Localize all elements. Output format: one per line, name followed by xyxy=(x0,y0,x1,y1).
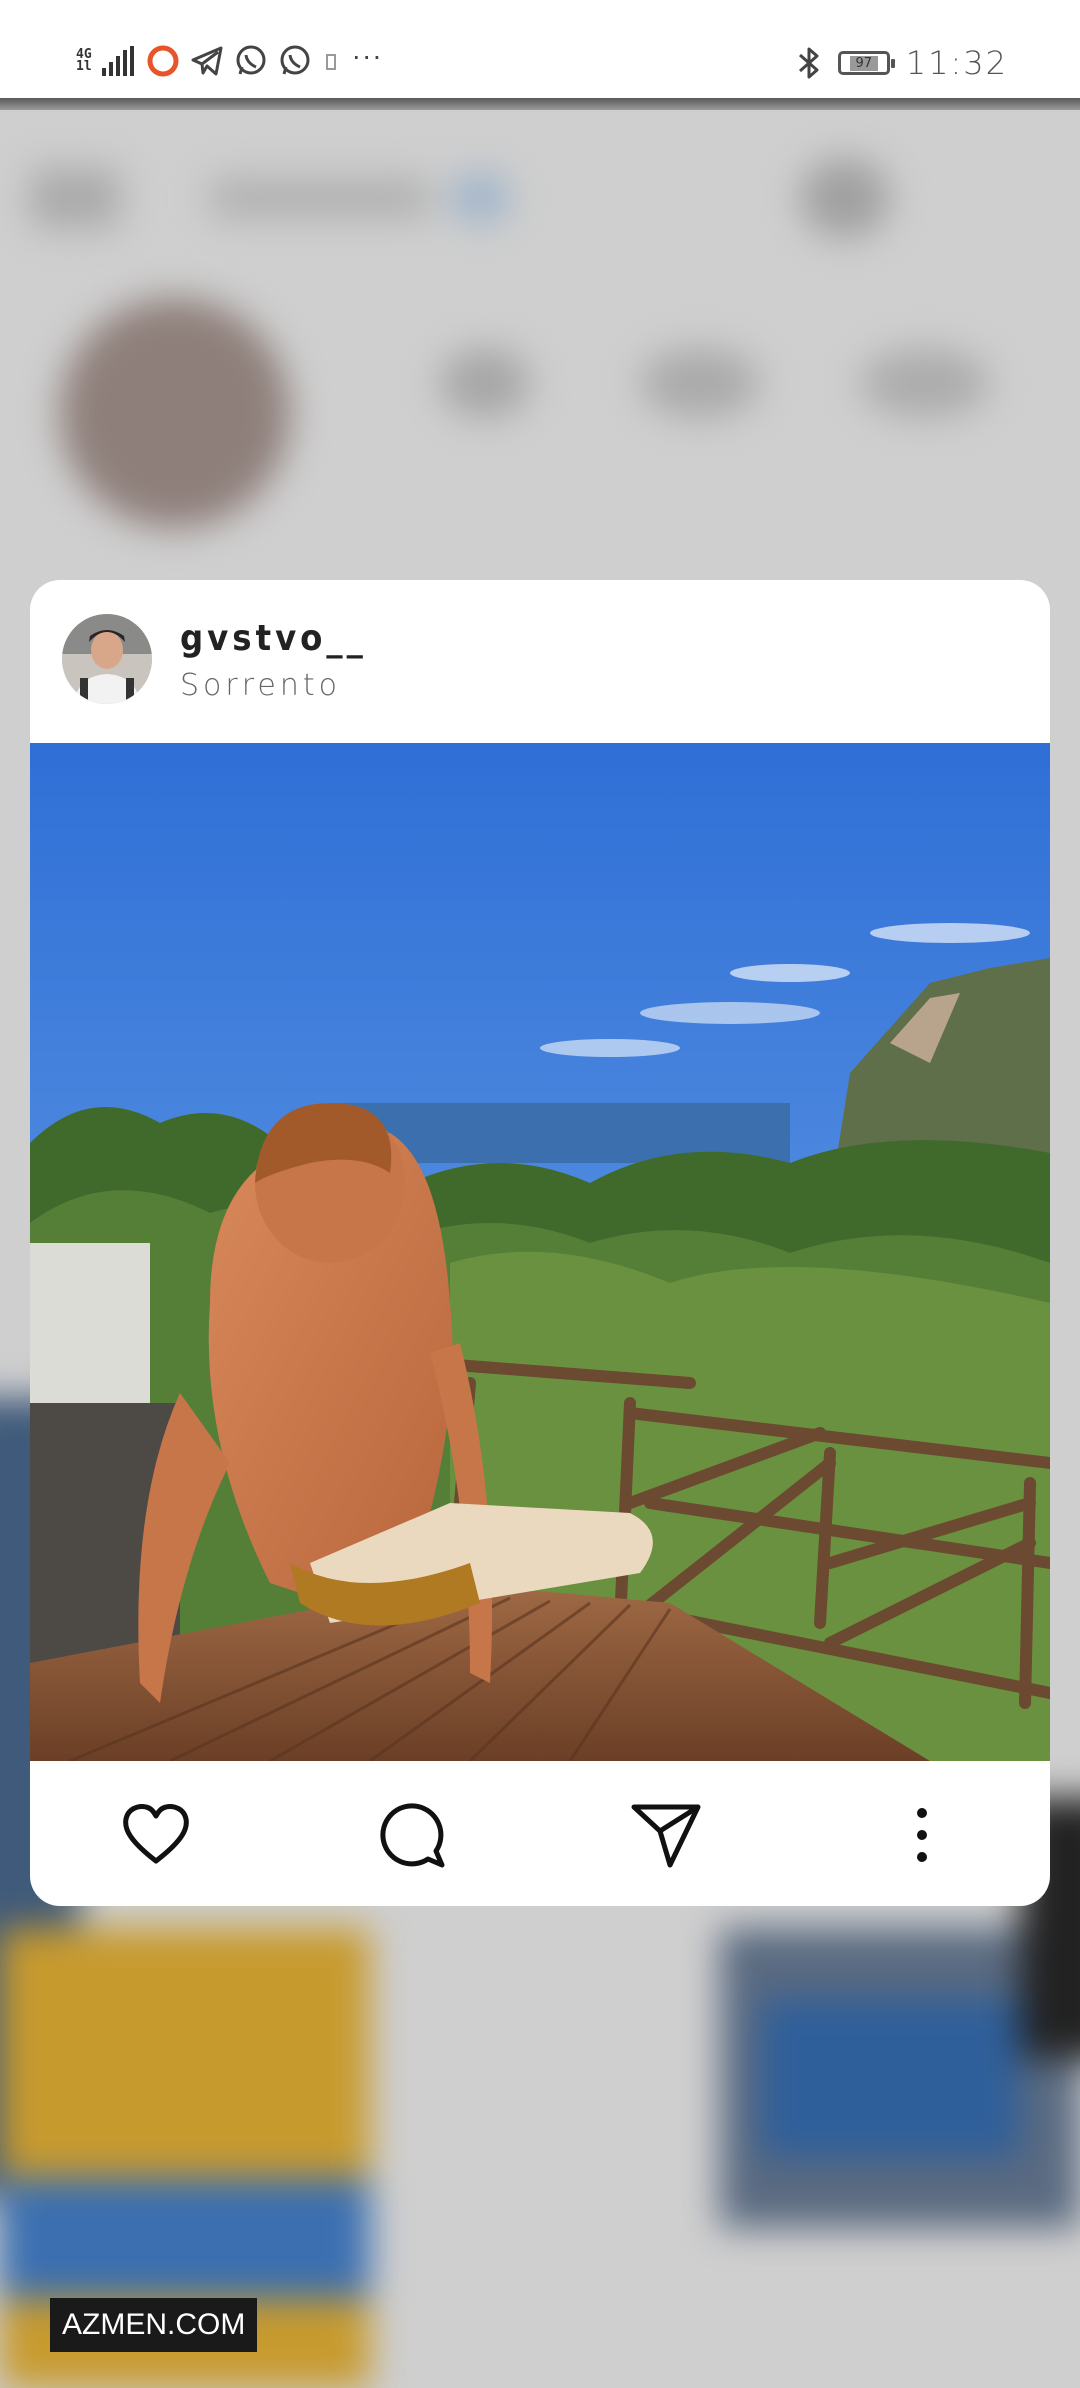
blurred-header-title xyxy=(210,178,430,218)
status-bar-divider xyxy=(0,98,1080,110)
blurred-stat-posts xyxy=(440,348,530,418)
blurred-header-action xyxy=(800,158,890,238)
post-username[interactable]: gvstvo__ xyxy=(180,618,367,659)
status-bar-left: 4G 1l ··· xyxy=(76,40,383,78)
like-button[interactable] xyxy=(120,1799,192,1871)
blurred-stat-following xyxy=(860,348,990,418)
bluetooth-icon xyxy=(798,47,819,79)
comment-button[interactable] xyxy=(376,1799,448,1871)
network-type: 4G 1l xyxy=(76,48,92,74)
clock: 11:32 xyxy=(905,44,1008,82)
heart-icon xyxy=(123,1804,189,1864)
comment-icon xyxy=(380,1803,445,1868)
avatar[interactable] xyxy=(62,614,152,704)
telegram-icon xyxy=(191,46,223,76)
status-bar: 4G 1l ··· 97 11:32 xyxy=(0,0,1080,110)
blurred-bottom-right-tile-accent xyxy=(760,1998,1020,2158)
post-location[interactable]: Sorrento xyxy=(180,668,341,703)
avatar-image xyxy=(62,614,152,704)
post-preview-card[interactable]: gvstvo__ Sorrento xyxy=(30,580,1050,1906)
more-options-button[interactable] xyxy=(886,1799,958,1871)
blurred-profile-picture xyxy=(60,298,290,528)
blurred-bottom-left-tile-band xyxy=(0,2178,370,2298)
post-photo[interactable] xyxy=(30,743,1050,1761)
signal-icon xyxy=(101,46,134,76)
share-button[interactable] xyxy=(630,1799,702,1871)
blurred-verified-badge xyxy=(450,173,510,223)
watermark: AZMEN.COM xyxy=(50,2298,258,2352)
more-options-icon xyxy=(917,1808,927,1862)
post-header: gvstvo__ Sorrento xyxy=(30,580,1050,743)
whatsapp-icon xyxy=(236,45,266,75)
post-action-bar xyxy=(30,1761,1050,1906)
small-app-icon xyxy=(325,54,336,70)
record-icon xyxy=(147,45,179,77)
whatsapp-icon xyxy=(280,45,310,75)
battery-icon: 97 xyxy=(837,51,895,75)
network-activity-label: 1l xyxy=(76,59,92,74)
status-bar-right: 97 11:32 xyxy=(796,44,1008,82)
blurred-stat-followers xyxy=(640,348,760,418)
post-photo-image xyxy=(30,743,1050,1761)
battery-level: 97 xyxy=(849,55,879,71)
blurred-header-icon xyxy=(30,168,120,228)
share-icon xyxy=(631,1804,701,1868)
more-icon: ··· xyxy=(351,40,383,71)
